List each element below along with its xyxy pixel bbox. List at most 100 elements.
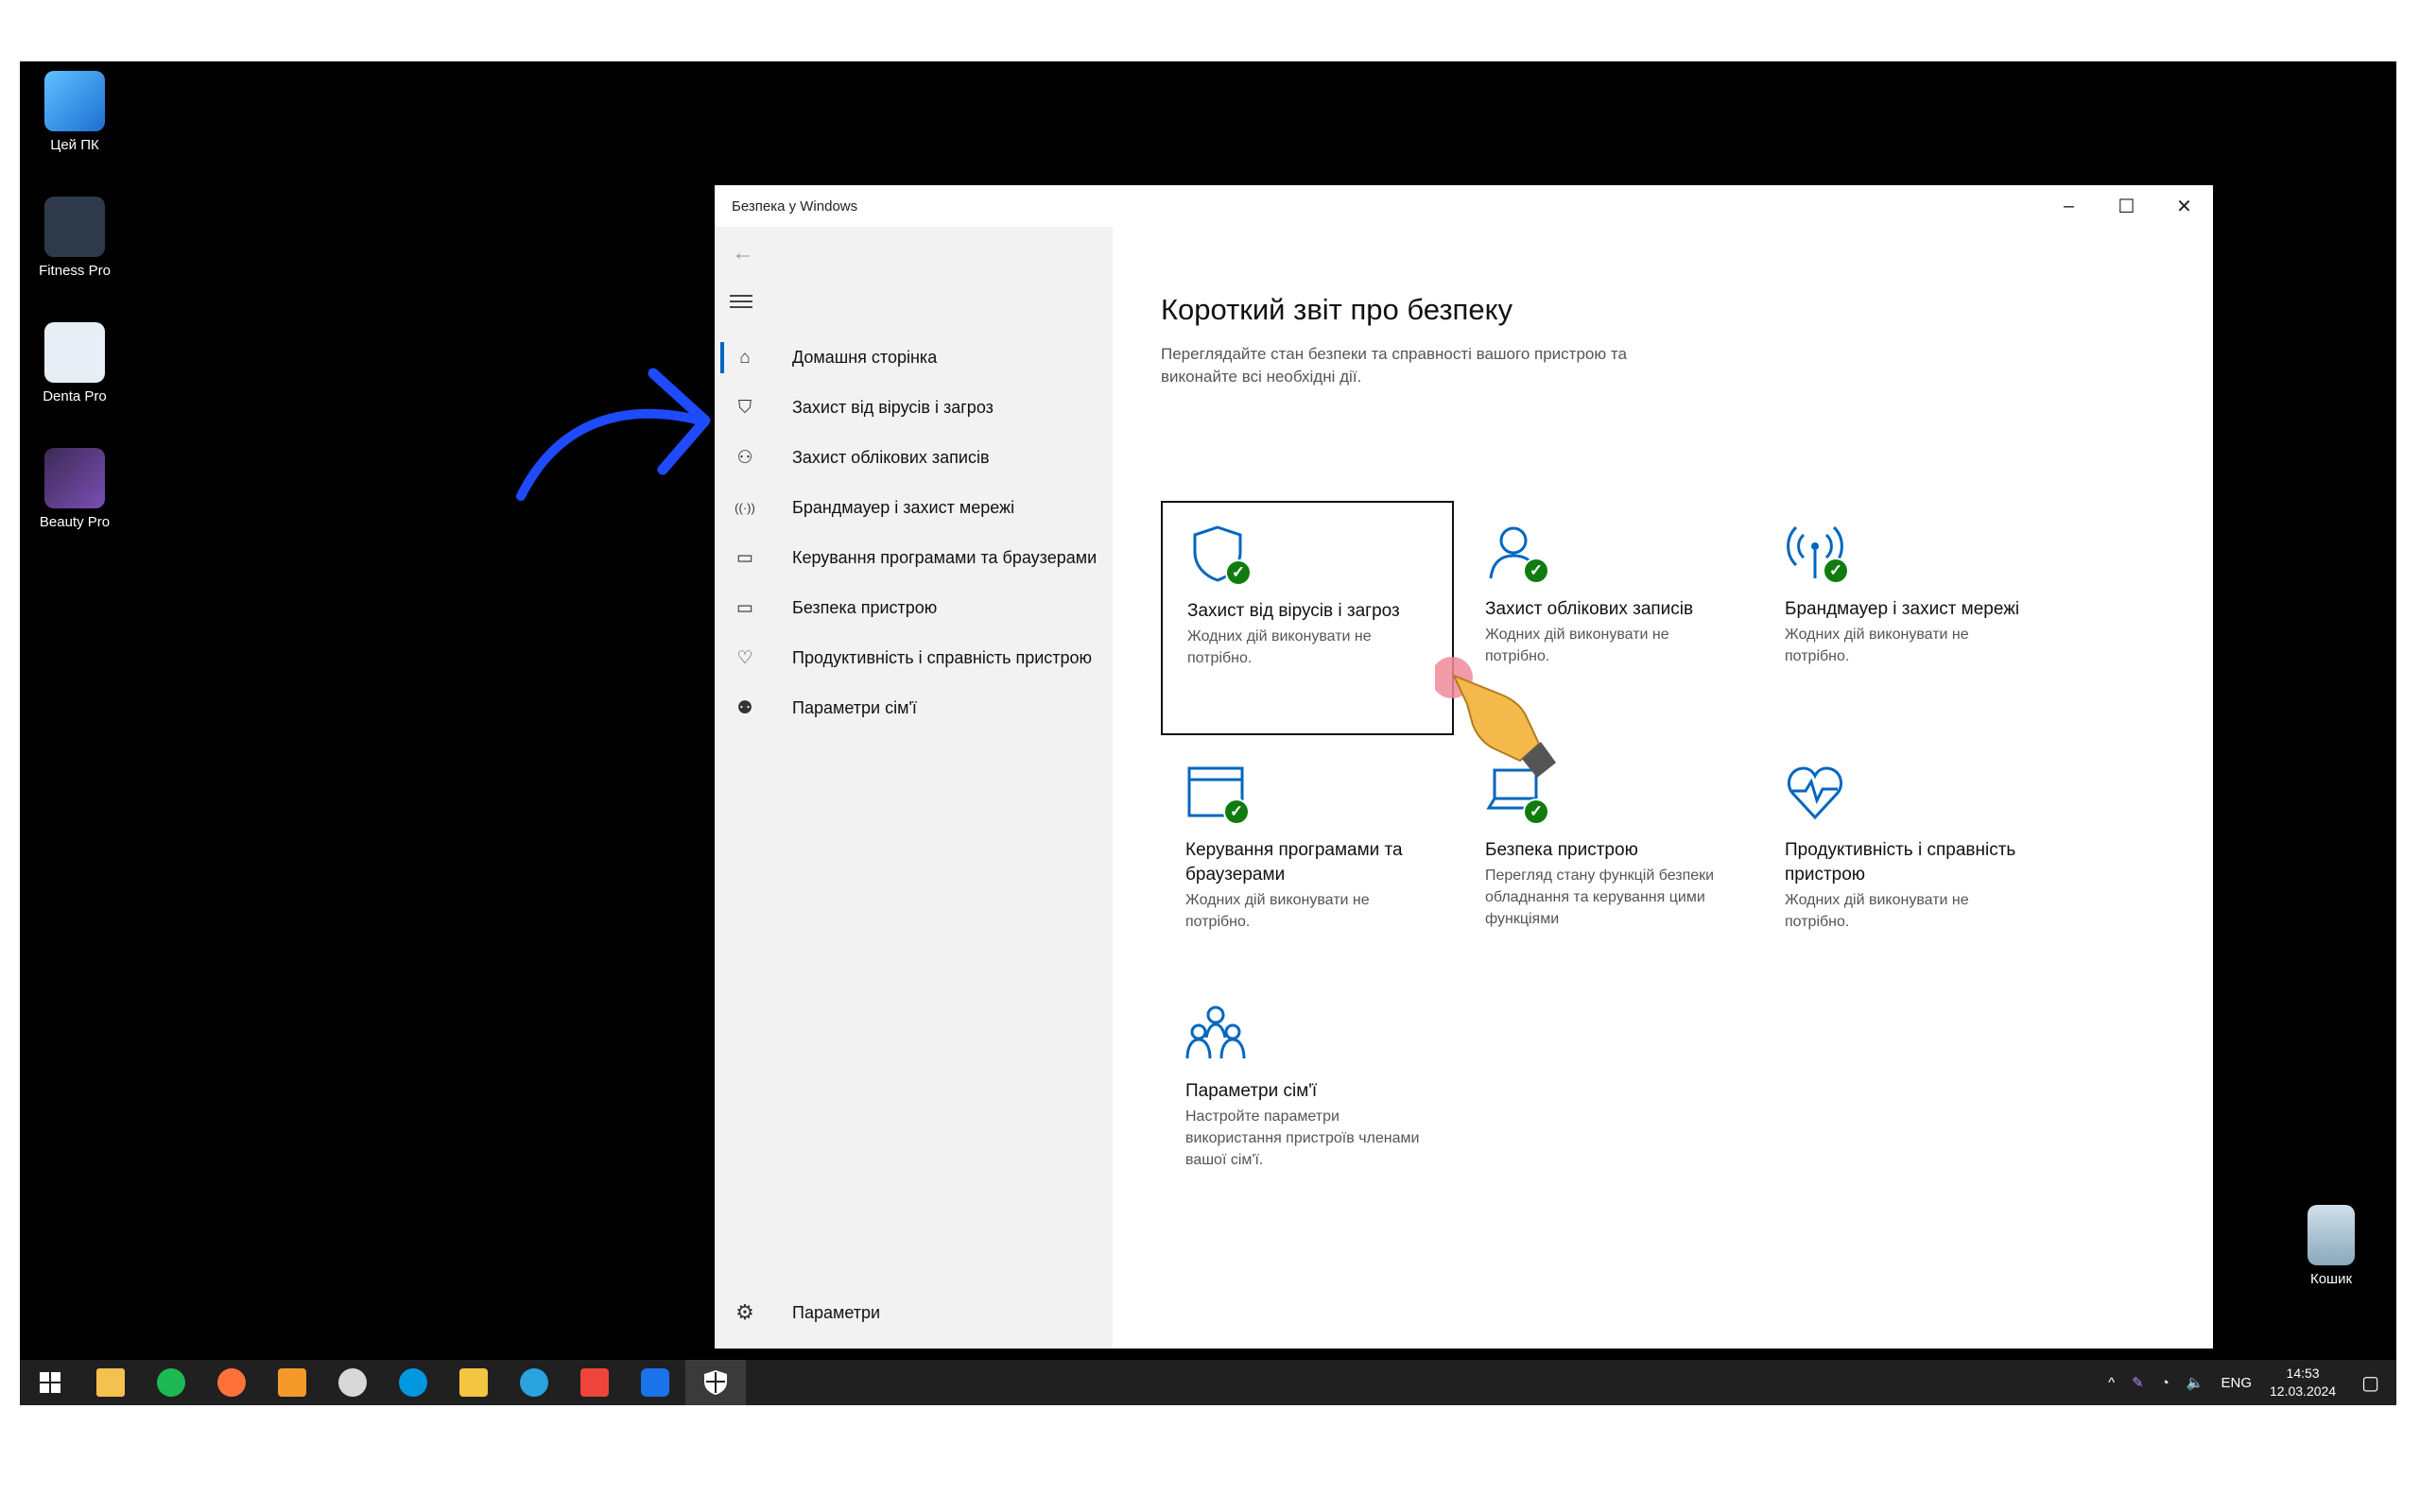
- taskbar-chrome[interactable]: [322, 1360, 383, 1405]
- tile-app-browser-control[interactable]: ✓ Керування програмами та браузерами Жод…: [1161, 742, 1454, 976]
- sidebar-item-home[interactable]: ⌂ Домашня сторінка: [715, 333, 1113, 383]
- tooth-app-icon: [44, 322, 105, 383]
- taskbar-defender[interactable]: [685, 1360, 746, 1405]
- desktop-icon-label: Кошик: [2309, 1271, 2353, 1287]
- desktop-icon-fitness-pro[interactable]: Fitness Pro: [23, 197, 127, 279]
- back-arrow-icon[interactable]: ←: [732, 240, 754, 266]
- taskbar-anydesk[interactable]: [564, 1360, 625, 1405]
- sidebar-item-virus-protection[interactable]: ⛉ Захист від вірусів і загроз: [715, 383, 1113, 433]
- sidebar-nav: ⌂ Домашня сторінка ⛉ Захист від вірусів …: [715, 333, 1113, 733]
- network-icon[interactable]: ◔: [2161, 1375, 2169, 1391]
- sidebar-item-label: Продуктивність і справність пристрою: [792, 648, 1093, 667]
- home-icon: ⌂: [739, 347, 751, 368]
- browser-icon: ✓: [1185, 763, 1252, 829]
- tile-device-performance[interactable]: Продуктивність і справність пристрою Жод…: [1760, 742, 2053, 976]
- start-button[interactable]: [20, 1360, 80, 1405]
- antenna-icon: ✓: [1785, 522, 1851, 588]
- tile-title: Захист облікових записів: [1485, 599, 1694, 619]
- clock-time: 14:53: [2286, 1366, 2320, 1381]
- hamburger-menu-icon[interactable]: [730, 291, 752, 312]
- computer-icon: [44, 71, 105, 131]
- sidebar-item-device-performance[interactable]: ♡ Продуктивність і справність пристрою: [715, 633, 1113, 683]
- fitness-app-icon: [44, 197, 105, 257]
- desktop-icon-label: Beauty Pro: [39, 514, 111, 530]
- page-subtitle: Переглядайте стан безпеки та справності …: [1161, 345, 1627, 386]
- tile-firewall[interactable]: ✓ Брандмауер і захист мережі Жодних дій …: [1760, 501, 2053, 735]
- volume-icon[interactable]: 🔈: [2187, 1374, 2204, 1391]
- heart-icon: [1785, 763, 1851, 829]
- tile-title: Брандмауер і захист мережі: [1785, 599, 2020, 619]
- desktop-icon-beauty-pro[interactable]: Beauty Pro: [23, 448, 127, 530]
- sidebar-item-label: Брандмауер і захист мережі: [792, 498, 1015, 517]
- tile-virus-protection[interactable]: ✓ Захист від вірусів і загроз Жодних дій…: [1161, 501, 1454, 735]
- skype-icon: [399, 1368, 427, 1397]
- file-explorer-icon: [96, 1368, 125, 1397]
- taskbar-firefox[interactable]: [201, 1360, 262, 1405]
- sidebar-item-label: Захист від вірусів і загроз: [792, 398, 994, 417]
- tile-description: Жодних дій виконувати не потрібно.: [1785, 627, 1969, 664]
- tile-description: Жодних дій виконувати не потрібно.: [1187, 628, 1372, 666]
- settings-label: Параметри: [792, 1302, 881, 1322]
- heart-icon: ♡: [736, 648, 753, 668]
- pen-icon[interactable]: ✎: [2132, 1374, 2144, 1391]
- window-title: Безпека у Windows: [732, 198, 858, 215]
- taskbar-file-explorer[interactable]: [80, 1360, 141, 1405]
- sidebar-item-family-options[interactable]: ⚉ Параметри сім'ї: [715, 683, 1113, 733]
- status-ok-icon: ✓: [1523, 799, 1549, 825]
- taskbar-skype[interactable]: [383, 1360, 443, 1405]
- anydesk-icon: [580, 1368, 609, 1397]
- shield-icon: ✓: [1187, 524, 1253, 590]
- show-hidden-icons-chevron-icon[interactable]: ^: [2108, 1375, 2115, 1391]
- taskbar-screen-share[interactable]: [625, 1360, 685, 1405]
- shield-icon: ⛉: [737, 397, 752, 418]
- tile-description: Перегляд стану функцій безпеки обладнанн…: [1485, 868, 1715, 927]
- taskbar-sublime[interactable]: [262, 1360, 322, 1405]
- desktop-icon-this-pc[interactable]: Цей ПК: [23, 71, 127, 153]
- sidebar: ← ⌂ Домашня сторінка ⛉ Захист від вірусі…: [715, 227, 1113, 1349]
- beauty-app-icon: [44, 448, 105, 508]
- taskbar-spotify[interactable]: [141, 1360, 201, 1405]
- sidebar-item-device-security[interactable]: ▭ Безпека пристрою: [715, 583, 1113, 633]
- page-title: Короткий звіт про безпеку: [1161, 293, 1512, 326]
- sidebar-item-label: Параметри сім'ї: [792, 698, 917, 717]
- annotation-arrow-icon: [516, 368, 711, 501]
- status-ok-icon: ✓: [1523, 558, 1549, 584]
- sidebar-item-label: Домашня сторінка: [792, 348, 938, 367]
- tile-description: Жодних дій виконувати не потрібно.: [1785, 892, 1969, 930]
- desktop-icon-recycle-bin[interactable]: Кошик: [2279, 1205, 2383, 1287]
- laptop-icon: ▭: [736, 598, 753, 618]
- maximize-button[interactable]: ☐: [2098, 185, 2155, 227]
- pointing-hand-icon: [1435, 657, 1556, 778]
- system-tray: ^ ✎ ◔ 🔈 ENG 14:53 12.03.2024 ▢: [2100, 1360, 2396, 1405]
- clock[interactable]: 14:53 12.03.2024: [2270, 1365, 2336, 1400]
- screen-share-icon: [641, 1368, 669, 1397]
- tile-title: Безпека пристрою: [1485, 840, 1638, 860]
- sidebar-item-label: Керування програмами та браузерами: [792, 548, 1098, 567]
- sidebar-item-settings[interactable]: ⚙ Параметри: [732, 1300, 880, 1325]
- window-titlebar[interactable]: Безпека у Windows – ☐ ✕: [715, 185, 2213, 227]
- close-button[interactable]: ✕: [2155, 185, 2213, 227]
- tile-title: Параметри сім'ї: [1185, 1081, 1318, 1101]
- desktop: Цей ПК Fitness Pro Denta Pro Beauty Pro …: [20, 61, 2396, 1405]
- sidebar-item-label: Безпека пристрою: [792, 598, 938, 617]
- taskbar-telegram[interactable]: [504, 1360, 564, 1405]
- desktop-icon-label: Цей ПК: [50, 137, 99, 153]
- taskbar: ^ ✎ ◔ 🔈 ENG 14:53 12.03.2024 ▢: [20, 1360, 2396, 1405]
- status-ok-icon: ✓: [1225, 559, 1252, 586]
- desktop-icon-label: Fitness Pro: [39, 263, 111, 279]
- tile-family-options[interactable]: Параметри сім'ї Настройте параметри вико…: [1161, 983, 1454, 1217]
- tile-title: Захист від вірусів і загроз: [1187, 601, 1400, 621]
- antenna-icon: ((·)): [735, 501, 755, 515]
- tile-title: Продуктивність і справність пристрою: [1785, 840, 2016, 885]
- minimize-button[interactable]: –: [2040, 185, 2098, 227]
- taskbar-notes[interactable]: [443, 1360, 504, 1405]
- language-indicator[interactable]: ENG: [2221, 1375, 2253, 1391]
- desktop-icon-denta-pro[interactable]: Denta Pro: [23, 322, 127, 404]
- notifications-icon[interactable]: ▢: [2361, 1371, 2379, 1395]
- notes-icon: [459, 1368, 488, 1397]
- sidebar-item-account-protection[interactable]: ⚇ Захист облікових записів: [715, 433, 1113, 483]
- sidebar-item-app-browser-control[interactable]: ▭ Керування програмами та браузерами: [715, 533, 1113, 583]
- recycle-bin-icon: [2308, 1205, 2355, 1265]
- family-icon: [1185, 1004, 1252, 1070]
- sidebar-item-firewall[interactable]: ((·)) Брандмауер і захист мережі: [715, 483, 1113, 533]
